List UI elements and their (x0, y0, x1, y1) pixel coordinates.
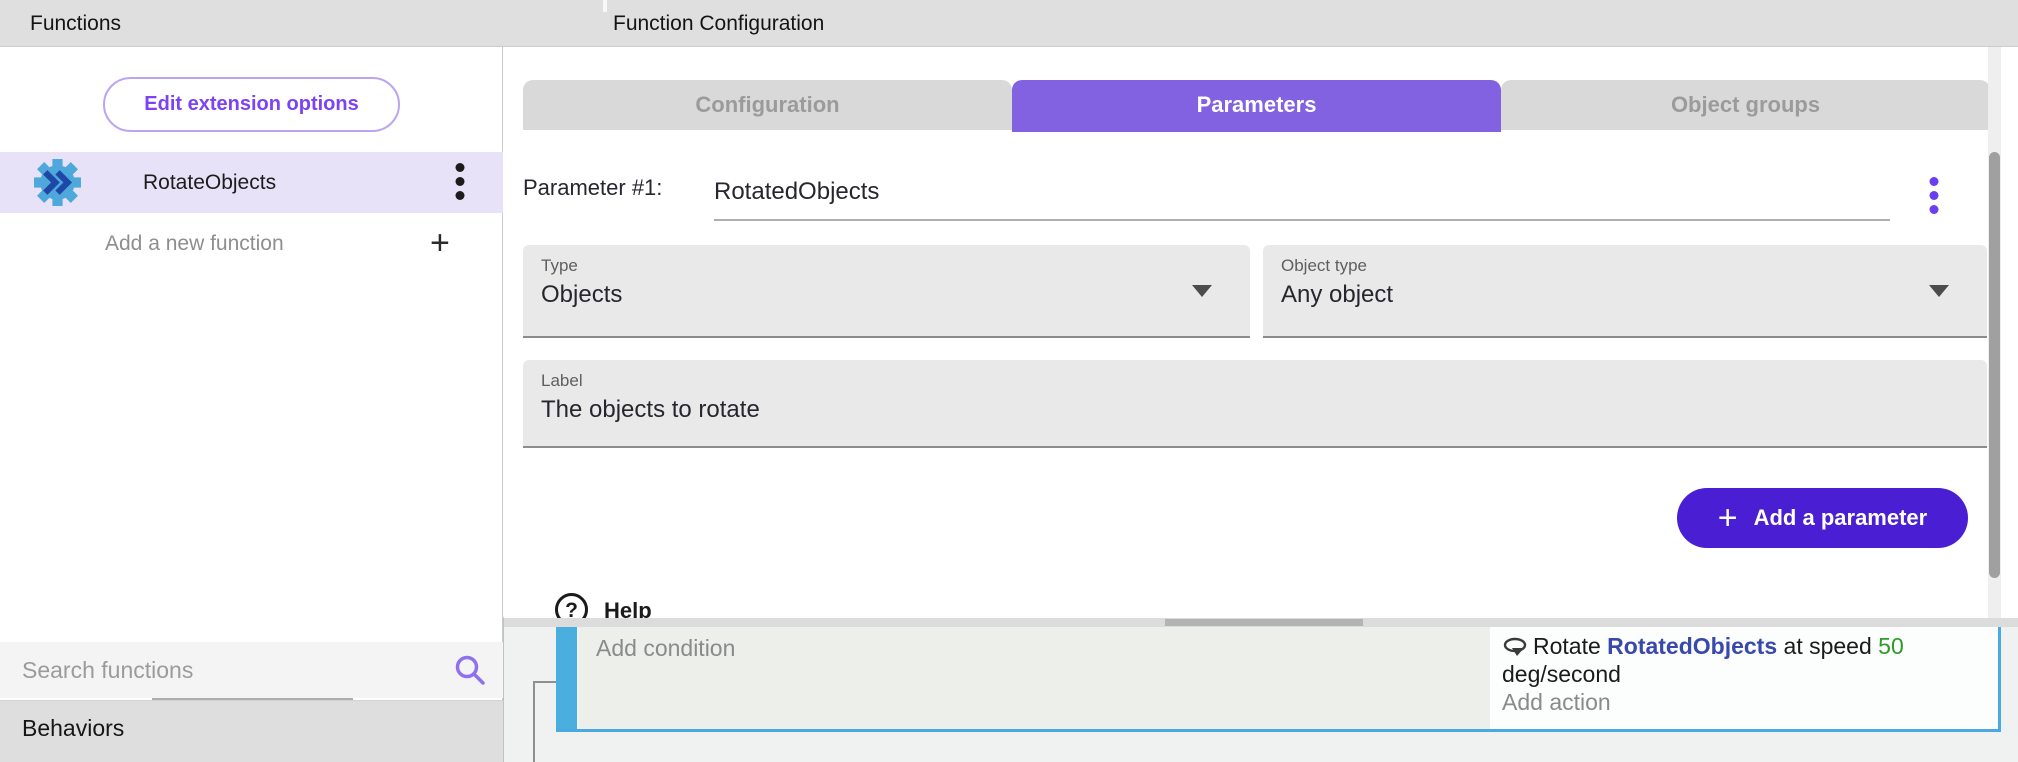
tab-configuration[interactable]: Configuration (523, 80, 1012, 130)
action-text-middle: at speed (1777, 633, 1878, 659)
type-select-label: Type (541, 256, 578, 276)
event-tree-line (533, 681, 557, 683)
tab-parameters[interactable]: Parameters (1012, 80, 1501, 132)
object-type-select-value: Any object (1281, 281, 1393, 309)
action-text-prefix: Rotate (1533, 633, 1607, 659)
actions-cell[interactable]: Rotate RotatedObjects at speed 50 deg/se… (1490, 627, 2001, 729)
function-gear-icon (33, 158, 82, 207)
config-vertical-scrollbar-thumb[interactable] (1989, 152, 2000, 578)
search-functions-input[interactable] (22, 642, 422, 698)
label-field-label: Label (541, 371, 583, 391)
events-sheet-panel: Add condition Rotate RotatedObjects at s… (504, 618, 2018, 762)
header-divider (603, 0, 607, 12)
parameter-name-input[interactable] (714, 165, 1890, 219)
add-condition-placeholder[interactable]: Add condition (596, 635, 735, 662)
conditions-cell[interactable]: Add condition (579, 627, 1490, 729)
functions-panel-title: Functions (30, 0, 121, 47)
function-menu-button[interactable] (448, 161, 472, 205)
type-select-value: Objects (541, 281, 622, 309)
event-tree-line (533, 681, 535, 762)
selected-event-row: Add condition Rotate RotatedObjects at s… (556, 627, 2001, 732)
tab-object-groups[interactable]: Object groups (1501, 80, 1988, 130)
parameter-name-field-wrap (714, 165, 1890, 221)
add-action-placeholder[interactable]: Add action (1502, 688, 1998, 716)
add-function-plus-icon[interactable]: + (430, 218, 450, 270)
events-horizontal-scrollbar-thumb[interactable] (1165, 619, 1363, 626)
behaviors-section-header[interactable]: Behaviors (0, 700, 503, 762)
action-text-line2[interactable]: deg/second (1502, 660, 1998, 688)
caret-down-icon (1192, 285, 1212, 297)
event-drag-handle[interactable] (556, 627, 577, 729)
action-object-name: RotatedObjects (1607, 633, 1777, 659)
add-function-label: Add a new function (105, 218, 284, 270)
help-label: Help (604, 598, 652, 618)
rotate-action-icon (1502, 636, 1529, 656)
top-header: Functions Function Configuration (0, 0, 2018, 47)
search-bar (0, 642, 503, 698)
function-configuration-title: Function Configuration (613, 0, 824, 47)
object-type-select-label: Object type (1281, 256, 1367, 276)
function-list-item-rotateobjects[interactable]: RotateObjects (0, 152, 503, 213)
caret-down-icon (1929, 285, 1949, 297)
label-field[interactable]: Label The objects to rotate (523, 360, 1987, 448)
configuration-tabbar: Configuration Parameters Object groups (523, 80, 1988, 130)
add-parameter-button-label: Add a parameter (1754, 505, 1928, 531)
function-name-label: RotateObjects (143, 152, 276, 213)
parameter-number-label: Parameter #1: (523, 175, 662, 201)
help-question-icon: ? (555, 593, 588, 618)
edit-extension-options-button[interactable]: Edit extension options (103, 77, 400, 132)
behaviors-section-label: Behaviors (22, 715, 124, 742)
function-configuration-panel: Configuration Parameters Object groups P… (504, 47, 1988, 618)
type-select[interactable]: Type Objects (523, 245, 1250, 338)
add-parameter-button[interactable]: + Add a parameter (1677, 488, 1968, 548)
functions-sidebar: Edit extension options RotateObjects Ad (0, 47, 503, 762)
label-field-value: The objects to rotate (541, 396, 760, 424)
action-item[interactable]: Rotate RotatedObjects at speed 50 (1502, 632, 1998, 660)
add-function-row[interactable]: Add a new function + (0, 218, 503, 270)
parameter-menu-button[interactable] (1922, 177, 1946, 221)
search-icon (453, 653, 487, 687)
object-type-select[interactable]: Object type Any object (1263, 245, 1987, 338)
action-speed-value: 50 (1878, 633, 1904, 659)
